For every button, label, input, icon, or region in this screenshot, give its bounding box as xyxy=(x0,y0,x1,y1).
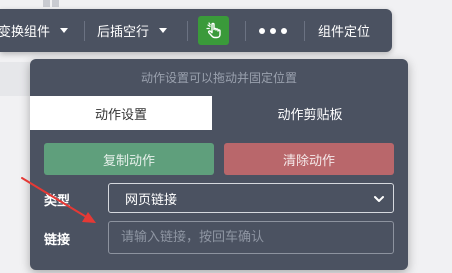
toolbar-divider xyxy=(187,21,188,41)
action-setting-button[interactable] xyxy=(198,16,229,45)
background-toolbar-row xyxy=(0,62,30,96)
swap-component-label: 变换组件 xyxy=(0,25,51,40)
swap-component-dropdown[interactable]: 变换组件 xyxy=(0,9,69,52)
link-type-value: 网页链接 xyxy=(125,192,178,208)
pointer-hand-icon xyxy=(205,21,221,38)
insert-row-after-dropdown[interactable]: 后插空行 xyxy=(97,9,168,52)
component-toolbar: 变换组件 后插空行 组件定位 xyxy=(0,9,392,52)
clear-action-button[interactable]: 清除动作 xyxy=(224,143,394,175)
more-options-button[interactable] xyxy=(259,9,287,52)
copy-action-button[interactable]: 复制动作 xyxy=(44,143,214,175)
insert-row-after-label: 后插空行 xyxy=(97,25,150,40)
decorative-dots xyxy=(43,0,63,9)
tab-action-settings[interactable]: 动作设置 xyxy=(30,96,212,130)
panel-tabs: 动作设置 动作剪贴板 xyxy=(30,96,408,130)
caret-down-icon xyxy=(159,28,168,33)
link-input[interactable] xyxy=(108,221,394,254)
link-label: 链接 xyxy=(44,233,71,248)
more-dots-icon xyxy=(259,27,287,34)
caret-down-icon xyxy=(60,28,69,33)
tab-action-clipboard[interactable]: 动作剪贴板 xyxy=(212,96,408,130)
toolbar-divider xyxy=(304,21,305,41)
locate-component-label: 组件定位 xyxy=(318,25,371,40)
chevron-down-icon xyxy=(374,196,384,202)
toolbar-divider xyxy=(245,21,246,41)
panel-drag-hint[interactable]: 动作设置可以拖动并固定位置 xyxy=(30,69,408,86)
locate-component-button[interactable]: 组件定位 xyxy=(318,9,370,52)
action-settings-panel: 动作设置可以拖动并固定位置 动作设置 动作剪贴板 复制动作 清除动作 类型 网页… xyxy=(30,59,408,270)
link-type-select[interactable]: 网页链接 xyxy=(108,183,394,213)
toolbar-divider xyxy=(84,21,85,41)
type-label: 类型 xyxy=(44,194,71,209)
